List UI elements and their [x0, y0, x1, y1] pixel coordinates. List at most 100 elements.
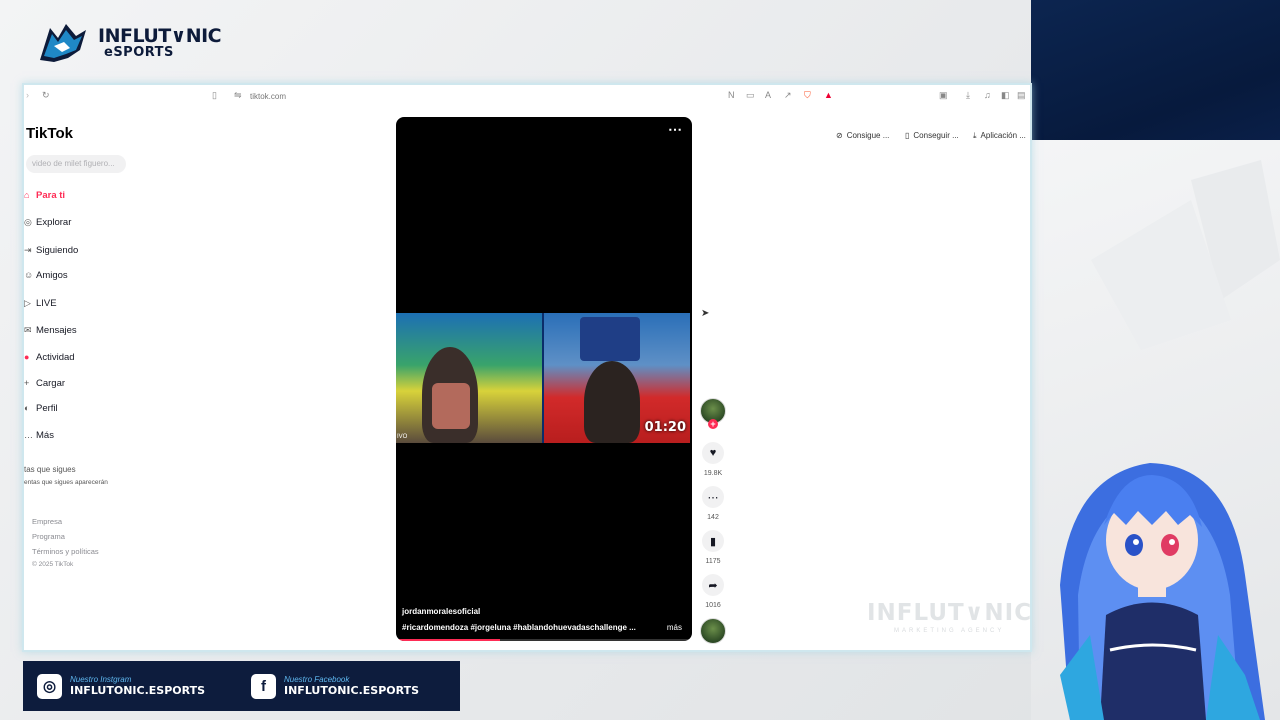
action-label: Aplicación ... — [980, 131, 1026, 140]
photo-card — [580, 317, 640, 361]
nav-item-para-ti[interactable]: ⌂ Para ti — [24, 188, 65, 202]
person-right — [584, 361, 640, 443]
nav-item-cargar[interactable]: + Cargar — [24, 376, 65, 390]
wallet-icon[interactable]: ▤ — [1017, 91, 1026, 100]
browser-toolbar: › ↻ ▯ ⇋ tiktok.com N ▭ A ↗ ⛉ ▲ ▣ ⤓ ♫ ◧ ▤ — [24, 85, 1030, 109]
copyright: © 2025 TikTok — [32, 561, 74, 568]
footer-link-terminos[interactable]: Términos y políticas — [32, 547, 99, 556]
save-button[interactable]: ▮ — [702, 530, 724, 552]
rewards-icon[interactable]: ▲ — [824, 91, 833, 100]
split-view-icon[interactable]: ◧ — [1001, 91, 1010, 100]
comment-button[interactable]: ⋯ — [702, 486, 724, 508]
activity-icon: ● — [24, 352, 30, 362]
bookmark-icon[interactable]: ▯ — [212, 91, 217, 100]
nav-label: Explorar — [36, 216, 72, 228]
download-icon: ⤓ — [973, 131, 977, 140]
video-panel-left: IVO — [396, 313, 542, 443]
action-label: Consigue ... — [846, 131, 890, 140]
video-hashtags[interactable]: #ricardomendoza #jorgeluna #hablandohuev… — [402, 623, 636, 632]
social-handle: INFLUTONIC.ESPORTS — [284, 684, 420, 697]
social-label: Nuestro Facebook — [284, 675, 350, 684]
following-accounts-title: tas que sigues — [24, 465, 76, 474]
comment-count: 142 — [707, 514, 719, 521]
address-bar[interactable]: tiktok.com — [250, 92, 286, 101]
nav-label: Cargar — [36, 377, 66, 389]
nav-item-mas[interactable]: … Más — [24, 428, 54, 442]
comment-icon: ⋯ — [707, 491, 719, 504]
nav-item-amigos[interactable]: ☺ Amigos — [24, 268, 68, 282]
video-frame: IVO 01:20 — [396, 313, 690, 443]
nav-item-perfil[interactable]: ◐ Perfil — [24, 401, 58, 415]
footer-link-empresa[interactable]: Empresa — [32, 517, 62, 526]
live-icon: ▷ — [24, 297, 31, 308]
brand-name: INFLUT∨NIC — [98, 25, 222, 47]
sidebar-icon[interactable]: ▣ — [939, 91, 948, 100]
search-input[interactable]: video de milet figuero... — [26, 155, 126, 173]
download-icon[interactable]: ⤓ — [966, 91, 970, 100]
music-disc-avatar[interactable] — [700, 618, 726, 644]
social-label: Nuestro Instgram — [70, 675, 132, 684]
home-icon: ⌂ — [24, 190, 30, 200]
compass-icon: ◎ — [24, 216, 32, 227]
cast-icon[interactable]: ▭ — [746, 91, 755, 100]
like-count: 19.8K — [703, 470, 723, 477]
brand-logo: INFLUT∨NIC eSPORTS — [36, 20, 222, 66]
agency-watermark: INFLUT∨NIC — [867, 600, 1032, 626]
nav-label: Amigos — [36, 269, 68, 281]
video-progress-fill — [396, 639, 500, 641]
get-app-button[interactable]: ▯ Conseguir ... — [905, 131, 959, 140]
action-label: Conseguir ... — [913, 131, 959, 140]
live-tag: IVO — [397, 434, 408, 440]
phone-icon: ▯ — [905, 131, 910, 140]
follow-plus-icon[interactable]: + — [708, 419, 718, 429]
media-icon[interactable]: ♫ — [984, 91, 991, 100]
forward-icon[interactable]: › — [26, 91, 29, 100]
wolf-logo-icon — [40, 24, 86, 62]
more-options-icon[interactable]: ⋯ — [668, 121, 682, 138]
instagram-link: ◎ Nuestro Instgram INFLUTONIC.ESPORTS — [37, 673, 237, 699]
share-arrow-icon: ➦ — [708, 579, 718, 592]
share-button[interactable]: ➦ — [702, 574, 724, 596]
nav-label: Mensajes — [36, 324, 77, 336]
mouse-cursor-icon: ➤ — [701, 308, 710, 319]
like-button[interactable]: ♥ — [702, 442, 724, 464]
social-handle: INFLUTONIC.ESPORTS — [70, 684, 206, 697]
nav-label: Para ti — [36, 189, 66, 201]
nav-item-actividad[interactable]: ● Actividad — [24, 350, 75, 364]
shield-icon[interactable]: ⛉ — [804, 91, 811, 100]
video-progress-bar[interactable] — [396, 639, 692, 641]
instagram-icon: ◎ — [37, 673, 62, 699]
show-more-button[interactable]: más — [667, 623, 682, 632]
get-coins-button[interactable]: ⊘ Consigue ... — [836, 131, 889, 140]
desktop-app-button[interactable]: ⤓ Aplicación ... — [973, 131, 1026, 141]
shirt-print — [432, 383, 470, 429]
nav-label: Siguiendo — [36, 244, 79, 256]
share-icon[interactable]: ↗ — [784, 91, 792, 100]
nav-label: Más — [36, 429, 54, 441]
footer-link-programa[interactable]: Programa — [32, 532, 65, 541]
profile-icon: ◐ — [24, 403, 30, 413]
brand-subtitle: eSPORTS — [104, 45, 174, 60]
nav-label: LIVE — [36, 297, 57, 309]
facebook-link: f Nuestro Facebook INFLUTONIC.ESPORTS — [251, 673, 451, 699]
nav-item-siguiendo[interactable]: ⇥ Siguiendo — [24, 243, 78, 257]
site-info-icon[interactable]: ⇋ — [234, 91, 242, 100]
share-count: 1016 — [705, 602, 721, 609]
nav-item-explorar[interactable]: ◎ Explorar — [24, 215, 71, 229]
translate-icon[interactable]: A — [765, 91, 771, 100]
geometric-decoration — [1091, 160, 1280, 350]
agency-watermark-subtitle: MARKETING AGENCY — [894, 628, 1005, 634]
tiktok-logo[interactable]: TikTok — [26, 125, 73, 142]
following-icon: ⇥ — [24, 244, 32, 255]
video-author[interactable]: jordanmoralesoficial — [402, 607, 480, 616]
video-timer: 01:20 — [644, 420, 686, 435]
nav-item-live[interactable]: ▷ LIVE — [24, 296, 57, 310]
reader-icon[interactable]: N — [728, 91, 735, 100]
save-count: 1175 — [705, 558, 721, 565]
vtuber-avatar — [1060, 463, 1265, 720]
bookmark-icon: ▮ — [709, 535, 717, 548]
nav-item-mensajes[interactable]: ✉ Mensajes — [24, 323, 77, 337]
reload-icon[interactable]: ↻ — [42, 91, 50, 100]
following-accounts-note: entas que sigues aparecerán — [24, 479, 108, 486]
video-player[interactable]: ⋯ IVO 01:20 jordanmoralesoficial #ricard… — [396, 117, 692, 641]
